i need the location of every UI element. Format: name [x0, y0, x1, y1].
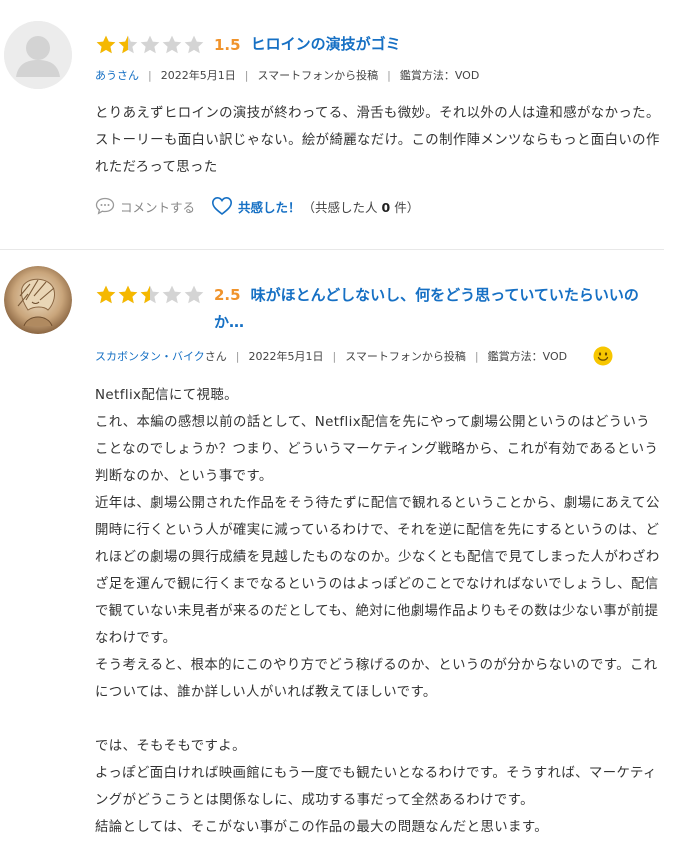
star-icon [140, 35, 160, 53]
star-icon [184, 35, 204, 53]
comment-label: コメントする [120, 199, 196, 215]
smile-icon [593, 346, 613, 366]
star-icon [118, 35, 138, 53]
user-photo-icon [4, 266, 72, 334]
like-label: 共感した！ [238, 199, 301, 215]
review-header: 2.5 味がほとんどしないし、何をどう思っていていたらいいのか… スカボンタン・バ… [95, 282, 660, 366]
avatar[interactable] [4, 21, 72, 89]
star-icon [118, 285, 138, 304]
star-icon [140, 285, 160, 304]
avatar[interactable] [4, 266, 72, 334]
star-icon [184, 285, 204, 304]
viewing-method: 鑑賞方法：VOD [487, 350, 568, 363]
reviewer-name[interactable]: スカボンタン・バイクさん [95, 348, 227, 364]
rating-line: 1.5 ヒロインの演技がゴミ [95, 31, 660, 58]
review-divider [0, 249, 664, 250]
review-date: 2022年5月1日 [160, 69, 236, 82]
review-paragraph: とりあえずヒロインの演技が終わってる、滑舌も微妙。それ以外の人は違和感がなかった… [95, 106, 660, 175]
review-date: 2022年5月1日 [248, 350, 324, 363]
heart-icon [212, 196, 233, 216]
reviewer-name[interactable]: あうさん [95, 67, 139, 83]
review-paragraph: そう考えると、根本的にこのやり方でどう稼げるのか、というのが分からないのです。こ… [95, 658, 658, 700]
rating-score: 2.5 [214, 286, 241, 304]
viewing-method: 鑑賞方法：VOD [399, 69, 480, 82]
rating-score: 1.5 [214, 35, 241, 54]
review-paragraph: よっぽど面白ければ映画館にもう一度でも観たいとなるわけです。そうすれば、マーケテ… [95, 766, 657, 808]
comment-button[interactable]: コメントする [95, 197, 195, 216]
default-user-icon [4, 21, 72, 89]
review-meta: スカボンタン・バイクさん | 2022年5月1日 | スマートフォンから投稿 |… [95, 346, 660, 366]
like-button[interactable]: 共感した！ （共感した人 0 件） [211, 196, 419, 216]
star-icon [96, 285, 116, 304]
review-paragraph: Netflix配信にて視聴。 [95, 388, 238, 403]
star-rating [95, 34, 205, 56]
star-icon [162, 285, 182, 304]
review-paragraph: では、そもそもですよ。 [95, 739, 246, 754]
review-header: 1.5 ヒロインの演技がゴミ あうさん | 2022年5月1日 | スマートフォ… [95, 31, 660, 83]
comment-icon [95, 197, 115, 215]
review-paragraph: 近年は、劇場公開された作品をそう待たずに配信で観れるということから、劇場にあえて… [95, 496, 660, 646]
post-source: スマートフォンから投稿 [345, 350, 466, 363]
star-rating [95, 284, 205, 306]
rating-line: 2.5 味がほとんどしないし、何をどう思っていていたらいいのか… [95, 282, 660, 336]
review-meta: あうさん | 2022年5月1日 | スマートフォンから投稿 | 鑑賞方法：VO… [95, 67, 480, 83]
review-paragraph: これ、本編の感想以前の話として、Netflix配信を先にやって劇場公開というのは… [95, 415, 659, 484]
review-paragraph: 結論としては、そこがない事がこの作品の最大の問題なんだと思います。 [95, 820, 549, 835]
post-source: スマートフォンから投稿 [257, 69, 379, 82]
review-paragraph [95, 706, 661, 733]
star-icon [96, 35, 116, 53]
review-title[interactable]: ヒロインの演技がゴミ [251, 31, 401, 58]
review-body: Netflix配信にて視聴。 これ、本編の感想以前の話として、Netflix配信… [95, 382, 661, 841]
review-body: とりあえずヒロインの演技が終わってる、滑舌も微妙。それ以外の人は違和感がなかった… [95, 100, 661, 181]
star-icon [162, 35, 182, 53]
like-count: （共感した人 0 件） [302, 199, 420, 215]
review-actions: コメントする 共感した！ （共感した人 0 件） [95, 196, 419, 216]
review-title[interactable]: 味がほとんどしないし、何をどう思っていていたらいいのか… [214, 286, 639, 331]
